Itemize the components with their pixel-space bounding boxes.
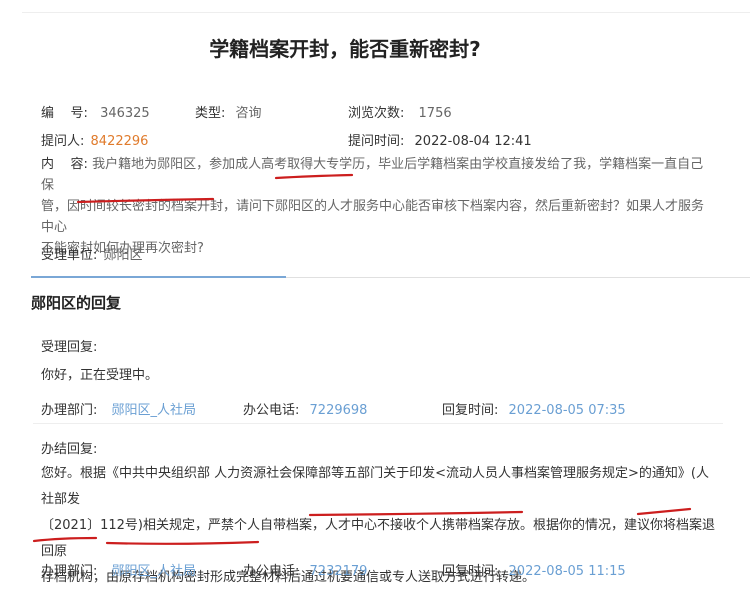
ask-time-value: 2022-08-04 12:41 bbox=[414, 134, 532, 149]
final-time-label: 回复时间: bbox=[442, 564, 499, 579]
accept-time-label: 回复时间: bbox=[442, 403, 499, 418]
type-value: 咨询 bbox=[235, 106, 262, 121]
type-label: 类型: bbox=[195, 106, 226, 121]
section-divider bbox=[286, 277, 750, 278]
views-value: 1756 bbox=[418, 106, 452, 121]
number-label: 编 号: bbox=[41, 106, 88, 121]
accept-time-value: 2022-08-05 07:35 bbox=[508, 403, 626, 418]
accept-unit-field: 受理单位: 郧阳区 bbox=[41, 244, 143, 263]
final-dept-link[interactable]: 郧阳区_人社局 bbox=[112, 564, 197, 579]
accept-phone-field: 办公电话: 7229698 bbox=[243, 399, 367, 418]
final-phone-label: 办公电话: bbox=[243, 564, 300, 579]
ask-time-field: 提问时间: 2022-08-04 12:41 bbox=[348, 130, 532, 149]
final-phone-field: 办公电话: 7232179 bbox=[243, 560, 367, 579]
accept-dept-link[interactable]: 郧阳区_人社局 bbox=[112, 403, 197, 418]
asker-label: 提问人: bbox=[41, 134, 85, 149]
views-field: 浏览次数: 1756 bbox=[348, 102, 452, 121]
final-phone-value: 7232179 bbox=[309, 564, 368, 579]
reply-section-title: 郧阳区的回复 bbox=[31, 294, 122, 312]
accept-time-field: 回复时间: 2022-08-05 07:35 bbox=[442, 399, 626, 418]
content-label: 内 容: bbox=[41, 157, 88, 172]
ask-time-label: 提问时间: bbox=[348, 134, 405, 149]
section-divider-accent bbox=[31, 276, 286, 278]
top-border bbox=[22, 12, 750, 13]
views-label: 浏览次数: bbox=[348, 106, 405, 121]
accept-phone-label: 办公电话: bbox=[243, 403, 300, 418]
accept-dept-field: 办理部门: 郧阳区_人社局 bbox=[41, 399, 196, 418]
final-time-field: 回复时间: 2022-08-05 11:15 bbox=[442, 560, 626, 579]
accept-dept-label: 办理部门: bbox=[41, 403, 98, 418]
content-line-2: 管，因时间较长密封的档案开封，请问下郧阳区的人才服务中心能否审核下档案内容，然后… bbox=[41, 199, 705, 235]
final-dept-label: 办理部门: bbox=[41, 564, 98, 579]
final-reply-line-2: 〔2021〕112号)相关规定，严禁个人自带档案，人才中心不接收个人携带档案存放… bbox=[41, 518, 715, 559]
accept-unit-value: 郧阳区 bbox=[103, 248, 143, 263]
accept-phone-value: 7229698 bbox=[309, 403, 368, 418]
content-line-1: 我户籍地为郧阳区，参加成人高考取得大专学历，毕业后学籍档案由学校直接发给了我，学… bbox=[41, 157, 704, 193]
accept-reply-text: 你好，正在受理中。 bbox=[41, 368, 159, 383]
number-value: 346325 bbox=[100, 106, 150, 121]
final-dept-field: 办理部门: 郧阳区_人社局 bbox=[41, 560, 196, 579]
final-reply-label: 办结回复: bbox=[41, 442, 98, 457]
asker-field: 提问人: 8422296 bbox=[41, 130, 148, 149]
page-title: 学籍档案开封，能否重新密封? bbox=[209, 37, 481, 61]
final-reply-line-1: 您好。根据《中共中央组织部 人力资源社会保障部等五部门关于印发<流动人员人事档案… bbox=[41, 466, 709, 507]
final-time-value: 2022-08-05 11:15 bbox=[508, 564, 626, 579]
accept-reply-label: 受理回复: bbox=[41, 340, 98, 355]
number-field: 编 号: 346325 bbox=[41, 102, 150, 121]
reply-row-divider bbox=[33, 423, 723, 424]
asker-value: 8422296 bbox=[90, 134, 149, 149]
accept-unit-label: 受理单位: bbox=[41, 248, 98, 263]
type-field: 类型: 咨询 bbox=[195, 102, 262, 121]
